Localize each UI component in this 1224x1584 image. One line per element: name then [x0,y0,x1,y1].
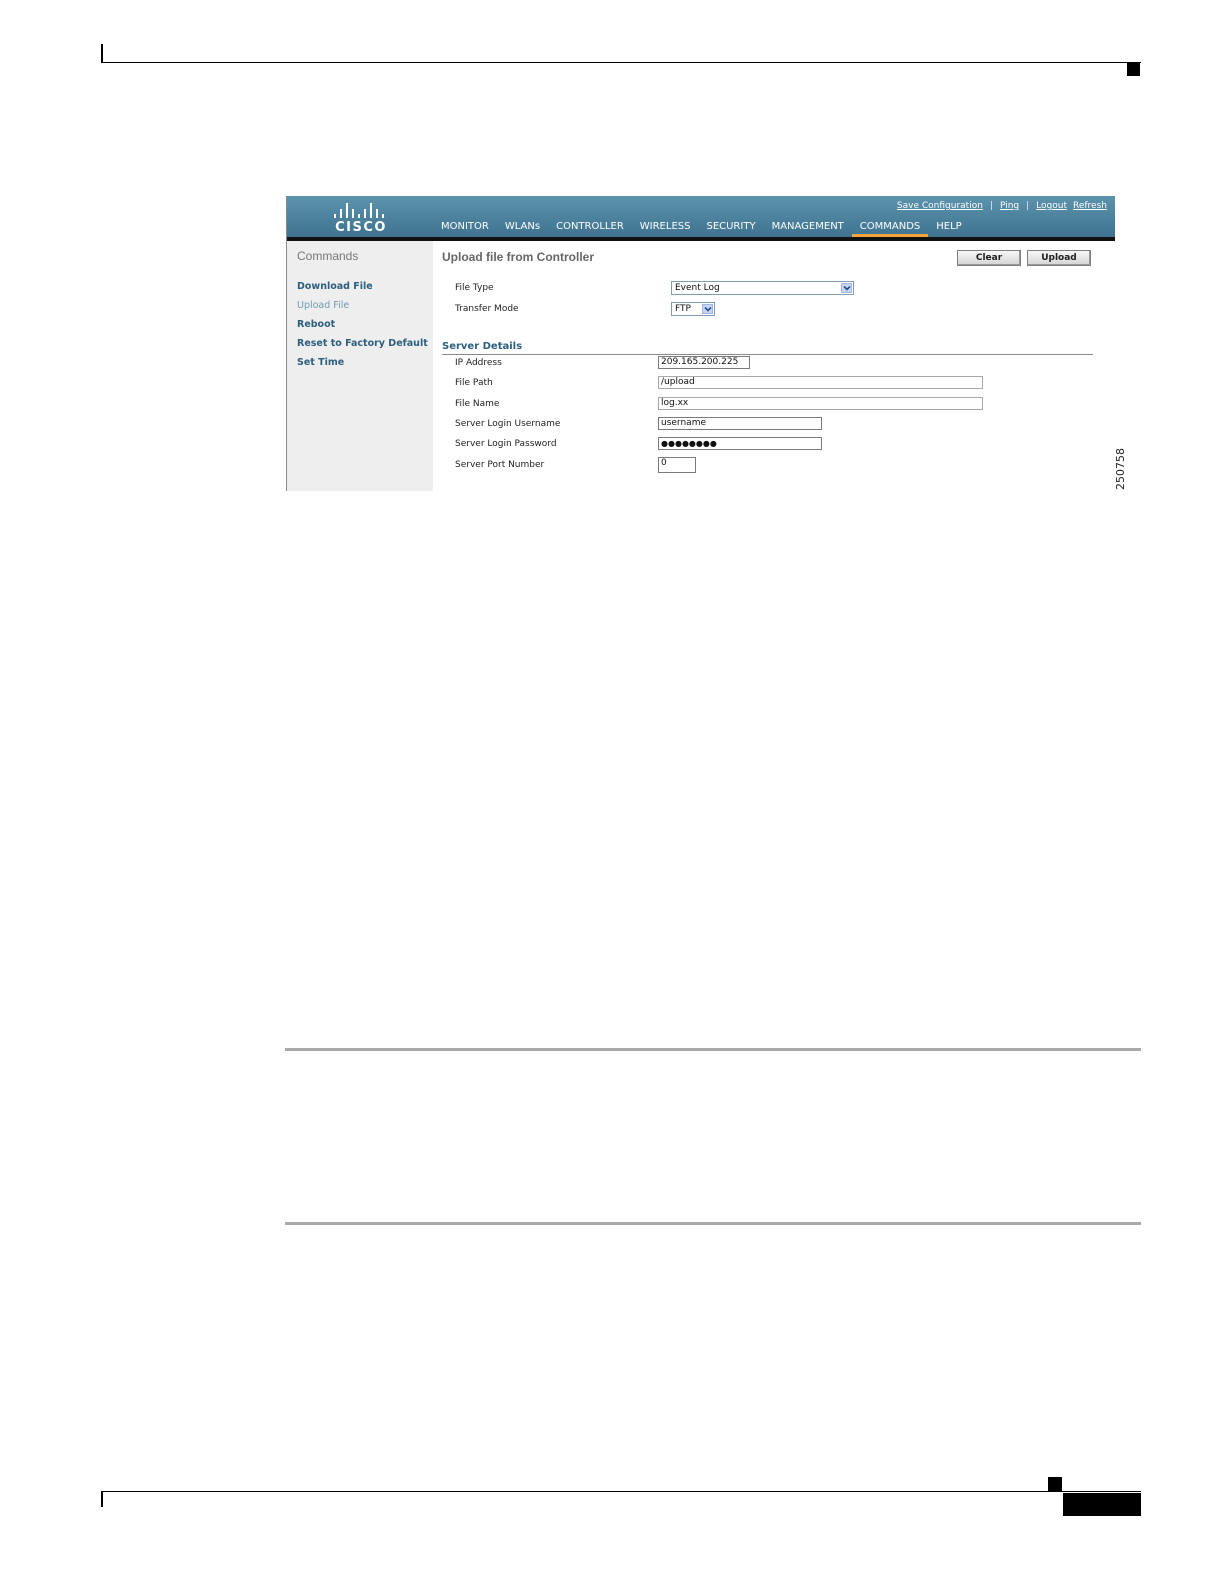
page-title: Upload file from Controller [442,250,595,264]
ip-address-label: IP Address [455,358,502,368]
file-type-value: Event Log [675,283,720,293]
controller-screenshot: CISCO Save Configuration | Ping | Logout… [286,196,1115,491]
username-input[interactable]: username [658,417,822,430]
save-configuration-link[interactable]: Save Configuration [897,201,983,211]
section-rule [442,354,1093,355]
nav-wlans[interactable]: WLANs [497,219,548,237]
upload-button[interactable]: Upload [1027,250,1091,266]
ping-link[interactable]: Ping [1000,201,1019,211]
page-header-rule [101,62,1141,63]
password-label: Server Login Password [455,439,557,449]
nav-commands[interactable]: COMMANDS [851,219,929,237]
sidebar-item-set-time[interactable]: Set Time [297,357,344,368]
file-type-select[interactable]: Event Log [671,281,854,295]
ip-address-input[interactable]: 209.165.200.225 [658,356,750,369]
page-corner-mark-top [101,44,103,62]
page-marker-bottom [1048,1477,1062,1491]
server-details-title: Server Details [442,341,523,352]
nav-wireless[interactable]: WIRELESS [632,219,699,237]
main-panel: Upload file from Controller Clear Upload… [433,241,1115,491]
page-corner-mark-bottom [101,1491,103,1507]
file-name-label: File Name [455,399,500,409]
divider-rule-2 [285,1222,1141,1225]
nav-security[interactable]: SECURITY [698,219,763,237]
file-name-input[interactable]: log.xx [658,397,983,410]
transfer-mode-label: Transfer Mode [455,304,519,314]
sidebar-item-download-file[interactable]: Download File [297,281,373,292]
file-path-input[interactable]: /upload [658,376,983,389]
sidebar-title: Commands [297,249,359,263]
page-number-tab [1063,1493,1141,1516]
file-path-label: File Path [455,378,493,388]
refresh-link[interactable]: Refresh [1073,201,1107,211]
chevron-down-icon [841,283,852,293]
nav-controller[interactable]: CONTROLLER [548,219,632,237]
sidebar-item-reboot[interactable]: Reboot [297,319,335,330]
main-nav: MONITOR WLANs CONTROLLER WIRELESS SECURI… [433,219,970,237]
cisco-bars-icon [334,202,390,218]
figure-id: 250758 [1114,448,1127,490]
chevron-down-icon [702,304,713,314]
utility-links: Save Configuration | Ping | Logout Refre… [897,199,1107,213]
port-number-label: Server Port Number [455,460,545,470]
nav-monitor[interactable]: MONITOR [433,219,497,237]
page-marker-top [1127,63,1140,76]
port-number-input[interactable]: 0 [658,457,696,473]
username-label: Server Login Username [455,419,561,429]
logout-link[interactable]: Logout [1036,201,1067,211]
sidebar: Commands Download File Upload File Reboo… [287,241,433,491]
nav-help[interactable]: HELP [928,219,969,237]
separator: | [989,201,993,211]
cisco-wordmark: CISCO [335,220,387,235]
transfer-mode-select[interactable]: FTP [671,302,715,316]
page-footer-rule [101,1491,1141,1492]
sidebar-item-upload-file[interactable]: Upload File [297,300,349,311]
clear-button[interactable]: Clear [957,250,1021,266]
transfer-mode-value: FTP [675,304,691,314]
top-header: CISCO Save Configuration | Ping | Logout… [287,196,1115,237]
password-input[interactable]: ●●●●●●●● [658,437,822,450]
separator: | [1026,201,1030,211]
sidebar-item-reset-factory-default[interactable]: Reset to Factory Default [297,338,428,349]
nav-management[interactable]: MANAGEMENT [764,219,852,237]
file-type-label: File Type [455,283,494,293]
divider-rule-1 [285,1048,1141,1051]
cisco-logo: CISCO [331,201,391,235]
